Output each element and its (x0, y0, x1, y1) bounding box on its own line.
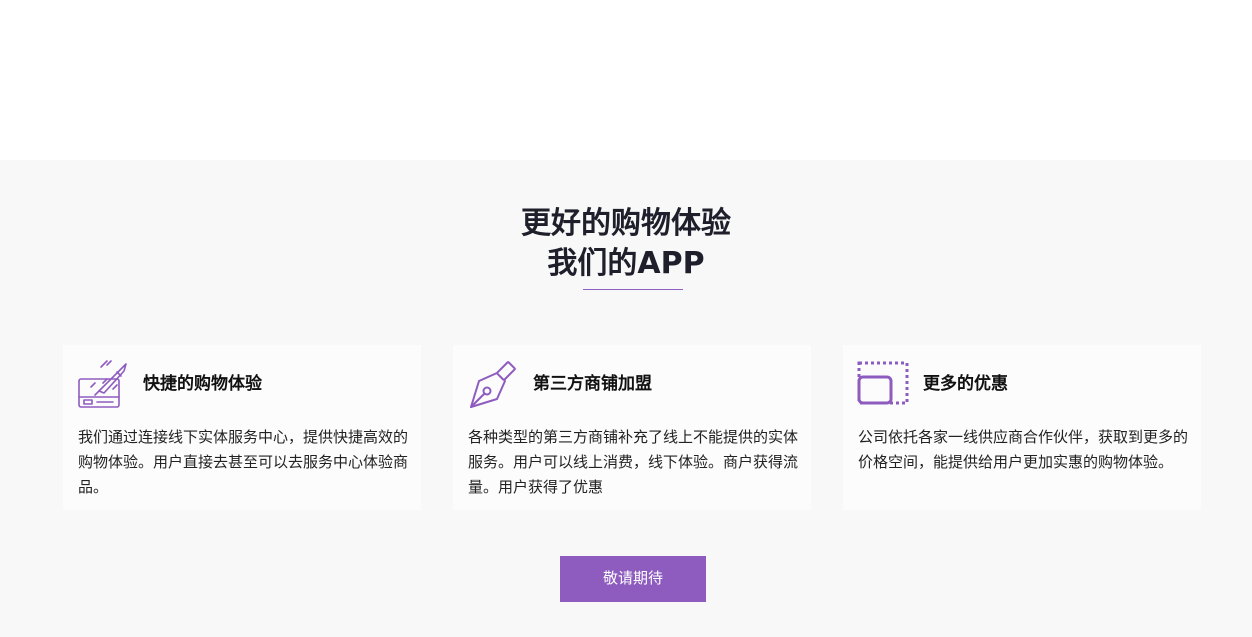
section-heading: 更好的购物体验 我们的APP (0, 204, 1252, 284)
feature-description: 我们通过连接线下实体服务中心，提供快捷高效的购物体验。用户直接去甚至可以去服务中… (78, 428, 409, 496)
feature-card-more-discounts: 更多的优惠 公司依托各家一线供应商合作伙伴，获取到更多的价格空间，能提供给用户更… (843, 345, 1201, 510)
feature-title: 第三方商铺加盟 (533, 374, 652, 394)
coming-soon-button[interactable]: 敬请期待 (560, 556, 706, 602)
pen-nib-icon (470, 361, 516, 408)
feature-description: 公司依托各家一线供应商合作伙伴，获取到更多的价格空间，能提供给用户更加实惠的购物… (858, 428, 1189, 471)
features-section: 更好的购物体验 我们的APP 快捷的购物体验 我们通过连接线下实体服务中心，提供… (0, 160, 1252, 637)
top-blank-area (0, 0, 1252, 160)
feature-title: 更多的优惠 (923, 374, 1008, 394)
heading-underline (583, 289, 683, 290)
feature-card-fast-shopping: 快捷的购物体验 我们通过连接线下实体服务中心，提供快捷高效的购物体验。用户直接去… (63, 345, 421, 510)
dotted-frame-icon (857, 361, 909, 405)
heading-line-2: 我们的APP (547, 246, 705, 281)
rocket-card-icon (78, 360, 127, 408)
feature-title: 快捷的购物体验 (143, 374, 262, 394)
feature-description: 各种类型的第三方商铺补充了线上不能提供的实体服务。用户可以线上消费，线下体验。商… (468, 428, 799, 496)
feature-card-third-party-shops: 第三方商铺加盟 各种类型的第三方商铺补充了线上不能提供的实体服务。用户可以线上消… (453, 345, 811, 510)
heading-line-1: 更好的购物体验 (521, 206, 731, 241)
